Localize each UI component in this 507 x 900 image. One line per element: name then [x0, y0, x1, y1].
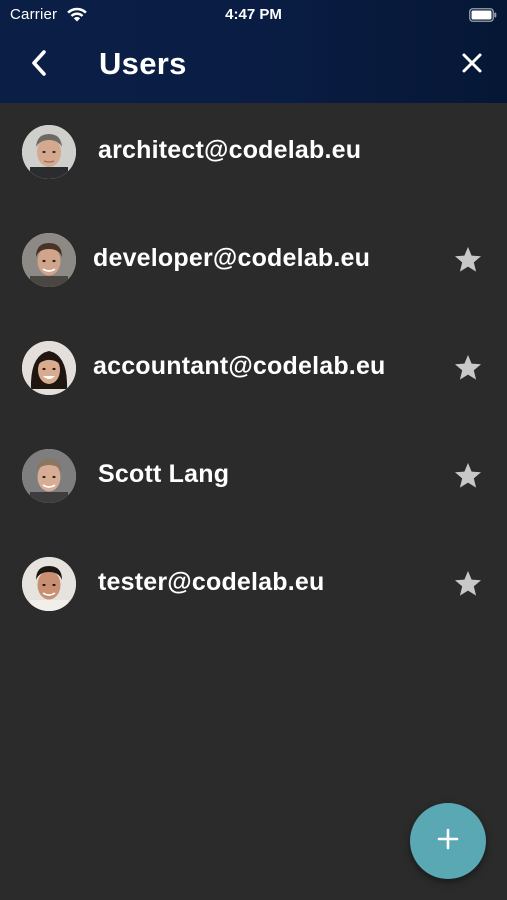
star-icon	[454, 246, 482, 278]
navigation-bar: Users	[0, 30, 507, 103]
header: Carrier 4:47 PM Users	[0, 0, 507, 103]
user-name: architect@codelab.eu	[98, 136, 362, 164]
favorite-star-button[interactable]	[453, 571, 483, 601]
chevron-left-icon	[29, 49, 49, 82]
user-name: developer@codelab.eu	[93, 244, 371, 272]
favorite-star-button[interactable]	[453, 463, 483, 493]
status-bar: Carrier 4:47 PM	[0, 0, 507, 30]
page-title: Users	[99, 46, 187, 81]
avatar-man-brown-hair	[22, 233, 76, 287]
list-item[interactable]: tester@codelab.eu	[0, 535, 507, 643]
users-screen: Carrier 4:47 PM Users architect@codelab.…	[0, 0, 507, 900]
avatar-man-dark-hair	[22, 557, 76, 611]
user-list: architect@codelab.eu developer@codelab.e…	[0, 103, 507, 643]
list-item[interactable]: architect@codelab.eu	[0, 103, 507, 211]
status-time: 4:47 PM	[225, 6, 282, 23]
battery-icon	[469, 8, 497, 22]
avatar-man-gray-hair	[22, 125, 76, 179]
star-icon	[454, 462, 482, 494]
user-name: tester@codelab.eu	[98, 568, 325, 596]
list-item[interactable]: Scott Lang	[0, 427, 507, 535]
favorite-star-button[interactable]	[453, 355, 483, 385]
add-user-button[interactable]	[410, 803, 486, 879]
user-name: accountant@codelab.eu	[93, 352, 386, 380]
star-icon	[454, 354, 482, 386]
star-icon	[454, 570, 482, 602]
back-button[interactable]	[22, 48, 56, 82]
list-item[interactable]: developer@codelab.eu	[0, 211, 507, 319]
plus-icon	[436, 827, 460, 856]
list-item[interactable]: accountant@codelab.eu	[0, 319, 507, 427]
favorite-star-button[interactable]	[453, 247, 483, 277]
avatar-man-light-hair	[22, 449, 76, 503]
close-icon	[461, 52, 483, 79]
close-button[interactable]	[455, 48, 489, 82]
avatar-woman-dark-hair	[22, 341, 76, 395]
user-name: Scott Lang	[98, 460, 230, 488]
